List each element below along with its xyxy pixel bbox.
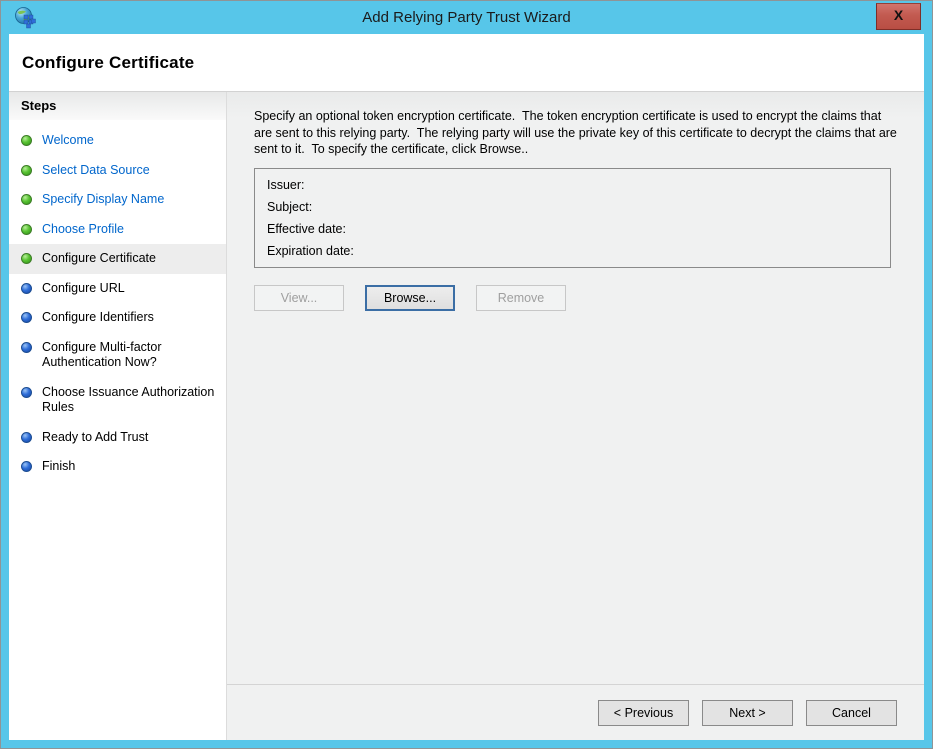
- blue-bullet-icon: [21, 342, 32, 353]
- titlebar: Add Relying Party Trust Wizard X: [1, 1, 932, 34]
- sidebar-item-configure-identifiers: Configure Identifiers: [9, 303, 226, 333]
- certificate-actions: View... Browse... Remove: [254, 285, 898, 311]
- green-bullet-icon: [21, 253, 32, 264]
- certificate-box: Issuer: Subject: Effective date: Expiration…: [254, 168, 891, 268]
- step-label: Ready to Add Trust: [42, 430, 148, 444]
- wizard-window: Add Relying Party Trust Wizard X Configu…: [0, 0, 933, 749]
- next-button[interactable]: Next >: [702, 700, 793, 726]
- page-title: Configure Certificate: [22, 53, 194, 73]
- green-bullet-icon: [21, 224, 32, 235]
- close-button[interactable]: X: [876, 3, 921, 30]
- sidebar-item-select-data-source[interactable]: Select Data Source: [9, 156, 226, 186]
- blue-bullet-icon: [21, 461, 32, 472]
- step-label: Finish: [42, 459, 75, 473]
- step-label: Choose Issuance Authorization Rules: [42, 385, 214, 415]
- green-bullet-icon: [21, 135, 32, 146]
- sidebar-item-finish: Finish: [9, 452, 226, 482]
- sidebar-item-configure-certificate: Configure Certificate: [9, 244, 226, 274]
- description-text: Specify an optional token encryption cer…: [254, 108, 898, 158]
- cert-field-issuer: Issuer:: [267, 178, 878, 192]
- green-bullet-icon: [21, 165, 32, 176]
- green-bullet-icon: [21, 194, 32, 205]
- cert-field-label: Expiration date:: [267, 244, 354, 258]
- cert-field-label: Issuer:: [267, 178, 305, 192]
- cancel-button[interactable]: Cancel: [806, 700, 897, 726]
- content-panel: Specify an optional token encryption cer…: [227, 92, 924, 740]
- step-label: Choose Profile: [42, 222, 124, 236]
- cert-field-label: Subject:: [267, 200, 312, 214]
- blue-bullet-icon: [21, 283, 32, 294]
- step-label: Select Data Source: [42, 163, 150, 177]
- step-label: Specify Display Name: [42, 192, 164, 206]
- sidebar-item-specify-display-name[interactable]: Specify Display Name: [9, 185, 226, 215]
- blue-bullet-icon: [21, 432, 32, 443]
- step-label: Configure URL: [42, 281, 125, 295]
- previous-button[interactable]: < Previous: [598, 700, 689, 726]
- sidebar-item-ready-to-add-trust: Ready to Add Trust: [9, 423, 226, 453]
- blue-bullet-icon: [21, 387, 32, 398]
- remove-button: Remove: [476, 285, 566, 311]
- step-label: Configure Identifiers: [42, 310, 154, 324]
- cert-field-label: Effective date:: [267, 222, 346, 236]
- sidebar-item-configure-url: Configure URL: [9, 274, 226, 304]
- sidebar-item-choose-issuance-authorization-rules: Choose Issuance Authorization Rules: [9, 378, 226, 423]
- cert-field-expiration-date: Expiration date:: [267, 244, 878, 258]
- browse-button[interactable]: Browse...: [365, 285, 455, 311]
- steps-panel: Steps Welcome Select Data Source Specify D…: [9, 92, 227, 740]
- step-label: Configure Certificate: [42, 251, 156, 265]
- wizard-body: Configure Certificate Steps Welcome Selec…: [9, 34, 924, 740]
- step-label: Welcome: [42, 133, 94, 147]
- blue-bullet-icon: [21, 312, 32, 323]
- steps-list: Welcome Select Data Source Specify Display…: [9, 120, 226, 482]
- adfs-icon: [14, 6, 38, 30]
- sidebar-item-choose-profile[interactable]: Choose Profile: [9, 215, 226, 245]
- sidebar-item-welcome[interactable]: Welcome: [9, 126, 226, 156]
- cert-field-subject: Subject:: [267, 200, 878, 214]
- step-label: Configure Multi-factor Authentication No…: [42, 340, 162, 370]
- window-title: Add Relying Party Trust Wizard: [362, 9, 570, 26]
- steps-title: Steps: [9, 92, 226, 120]
- page-header: Configure Certificate: [9, 34, 924, 92]
- footer: < Previous Next > Cancel: [227, 684, 924, 740]
- cert-field-effective-date: Effective date:: [267, 222, 878, 236]
- sidebar-item-configure-multi-factor-authentication-now: Configure Multi-factor Authentication No…: [9, 333, 226, 378]
- view-button: View...: [254, 285, 344, 311]
